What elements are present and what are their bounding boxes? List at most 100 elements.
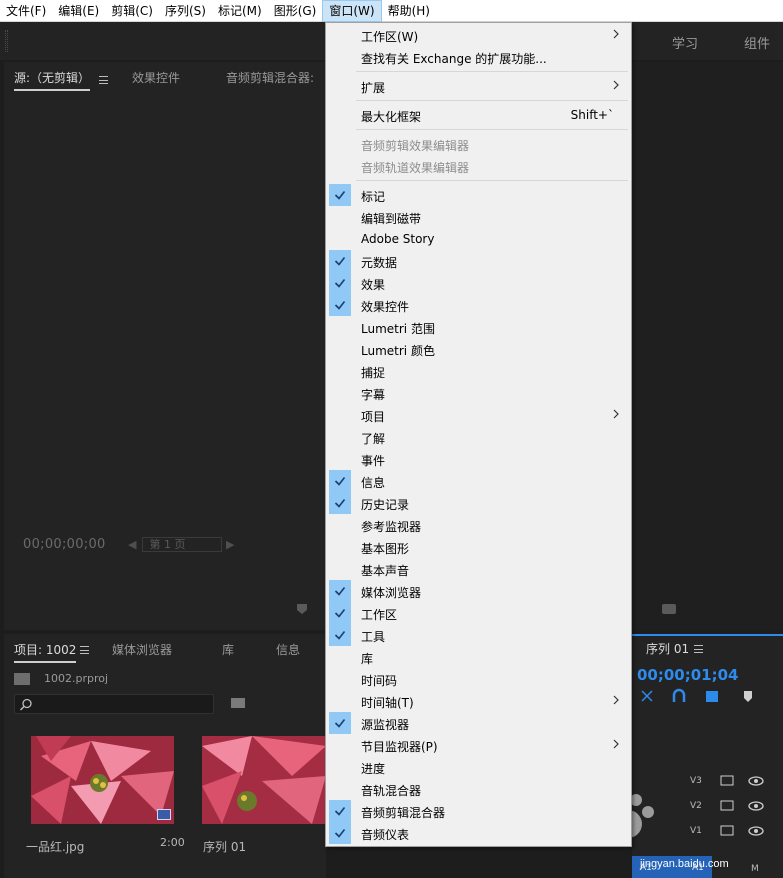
submenu-arrow-icon bbox=[612, 28, 620, 40]
window-menu-item[interactable]: 工作区 bbox=[327, 602, 630, 624]
window-menu-item-label: 项目 bbox=[361, 410, 386, 424]
window-menu-item[interactable]: Lumetri 范围 bbox=[327, 316, 630, 338]
tab-library[interactable]: 库 bbox=[222, 641, 234, 658]
workspace-tab-assembly[interactable]: 组件 bbox=[744, 33, 770, 52]
page-selector[interactable]: ◀ 第 1 页 ▶ bbox=[128, 537, 234, 552]
sequence-menu-icon[interactable] bbox=[694, 645, 703, 653]
new-bin-icon[interactable] bbox=[231, 698, 245, 708]
window-menu-item[interactable]: 进度 bbox=[327, 756, 630, 778]
sequence-timecode[interactable]: 00;00;01;04 bbox=[637, 666, 739, 684]
window-menu-item[interactable]: 节目监视器(P) bbox=[327, 734, 630, 756]
window-menu-item-label: 扩展 bbox=[361, 81, 386, 95]
camera-icon[interactable] bbox=[662, 604, 676, 614]
media-thumbnail[interactable] bbox=[31, 736, 174, 824]
window-menu-item[interactable]: 最大化框架 Shift+` bbox=[327, 104, 630, 126]
menu-item-1[interactable]: 编辑(E) bbox=[52, 0, 105, 22]
window-menu-item[interactable]: Lumetri 颜色 bbox=[327, 338, 630, 360]
project-menu-icon[interactable] bbox=[80, 646, 89, 654]
tab-project[interactable]: 项目: 1002 bbox=[14, 641, 77, 663]
tab-effect-controls[interactable]: 效果控件 bbox=[132, 69, 180, 86]
snap-icon[interactable] bbox=[641, 690, 653, 702]
window-menu-item: 音频轨道效果编辑器 bbox=[327, 155, 630, 177]
tab-source[interactable]: 源:（无剪辑） bbox=[14, 69, 91, 91]
magnet-icon[interactable] bbox=[672, 688, 686, 702]
tab-info[interactable]: 信息 bbox=[276, 641, 300, 658]
sync-lock-icon[interactable] bbox=[720, 825, 734, 836]
shortcut-label: Shift+` bbox=[570, 108, 614, 122]
window-menu-item[interactable]: 时间轴(T) bbox=[327, 690, 630, 712]
track-label: V1 bbox=[690, 826, 702, 836]
window-menu-item[interactable]: 捕捉 bbox=[327, 360, 630, 382]
source-timecode[interactable]: 00;00;00;00 bbox=[23, 537, 106, 552]
window-menu-item[interactable]: 元数据 bbox=[327, 250, 630, 272]
window-menu-item[interactable]: 效果 bbox=[327, 272, 630, 294]
window-menu-item[interactable]: 了解 bbox=[327, 426, 630, 448]
window-menu-item[interactable]: 扩展 bbox=[327, 75, 630, 97]
window-menu-item[interactable]: 效果控件 bbox=[327, 294, 630, 316]
window-menu-item[interactable]: 项目 bbox=[327, 404, 630, 426]
window-menu-item[interactable]: 查找有关 Exchange 的扩展功能... bbox=[327, 46, 630, 68]
sync-lock-icon[interactable] bbox=[720, 775, 734, 786]
eye-icon[interactable] bbox=[748, 776, 764, 786]
window-menu-item[interactable]: 基本图形 bbox=[327, 536, 630, 558]
window-menu-item[interactable]: 库 bbox=[327, 646, 630, 668]
panel-grip[interactable] bbox=[5, 30, 8, 52]
window-menu-item[interactable]: 时间码 bbox=[327, 668, 630, 690]
tab-audio-clip-mixer[interactable]: 音频剪辑混合器: bbox=[226, 69, 314, 86]
media-thumbnail[interactable] bbox=[202, 736, 326, 824]
search-input[interactable] bbox=[14, 694, 214, 714]
window-menu-item-label: 时间码 bbox=[361, 674, 398, 688]
window-menu-item[interactable]: 字幕 bbox=[327, 382, 630, 404]
window-menu-item[interactable]: 音频仪表 bbox=[327, 822, 630, 844]
watermark-url: jingyan.baidu.com bbox=[640, 858, 729, 870]
submenu-arrow-icon bbox=[612, 408, 620, 420]
add-marker-icon[interactable] bbox=[744, 691, 752, 702]
track-label: V2 bbox=[690, 801, 702, 811]
menu-item-0[interactable]: 文件(F) bbox=[0, 0, 52, 22]
window-menu-item-label: 源监视器 bbox=[361, 718, 410, 732]
checkmark-icon bbox=[329, 580, 351, 602]
window-menu-item[interactable]: 标记 bbox=[327, 184, 630, 206]
menu-item-4[interactable]: 标记(M) bbox=[212, 0, 268, 22]
window-menu-item[interactable]: 参考监视器 bbox=[327, 514, 630, 536]
window-menu-item-label: 库 bbox=[361, 652, 374, 666]
mute-toggle[interactable]: M bbox=[751, 864, 759, 874]
window-menu-item-label: 历史记录 bbox=[361, 498, 410, 512]
window-menu-item[interactable]: 媒体浏览器 bbox=[327, 580, 630, 602]
linked-selection-icon[interactable] bbox=[706, 691, 718, 702]
window-menu-item[interactable]: 编辑到磁带 bbox=[327, 206, 630, 228]
panel-menu-icon[interactable] bbox=[99, 76, 108, 84]
menu-item-2[interactable]: 剪辑(C) bbox=[105, 0, 159, 22]
window-menu-item[interactable]: 音轨混合器 bbox=[327, 778, 630, 800]
sequence-tab[interactable]: 序列 01 bbox=[646, 640, 689, 657]
menu-item-6[interactable]: 窗口(W) bbox=[322, 0, 382, 22]
window-menu-item-label: 工作区 bbox=[361, 608, 398, 622]
window-menu-item[interactable]: 源监视器 bbox=[327, 712, 630, 734]
window-menu-item-label: 查找有关 Exchange 的扩展功能... bbox=[361, 52, 547, 66]
window-menu-item[interactable]: 事件 bbox=[327, 448, 630, 470]
workspace-tab-learn[interactable]: 学习 bbox=[672, 33, 698, 52]
window-menu-item[interactable]: 工具 bbox=[327, 624, 630, 646]
window-menu-item-label: 了解 bbox=[361, 432, 386, 446]
window-menu-item-label: 媒体浏览器 bbox=[361, 586, 422, 600]
page-dropdown[interactable]: 第 1 页 bbox=[142, 537, 223, 552]
project-panel-tabs: 项目: 1002 媒体浏览器 库 信息 bbox=[4, 634, 326, 664]
window-menu-item[interactable]: 历史记录 bbox=[327, 492, 630, 514]
next-page-icon[interactable]: ▶ bbox=[226, 538, 234, 551]
menu-item-3[interactable]: 序列(S) bbox=[159, 0, 212, 22]
eye-icon[interactable] bbox=[748, 826, 764, 836]
window-menu-item[interactable]: 基本声音 bbox=[327, 558, 630, 580]
tab-media-browser[interactable]: 媒体浏览器 bbox=[112, 641, 172, 658]
menu-item-5[interactable]: 图形(G) bbox=[268, 0, 323, 22]
window-menu-item-label: 工作区(W) bbox=[361, 30, 419, 44]
window-menu-item[interactable]: 信息 bbox=[327, 470, 630, 492]
eye-icon[interactable] bbox=[748, 801, 764, 811]
prev-page-icon[interactable]: ◀ bbox=[128, 538, 136, 551]
window-menu-item[interactable]: Adobe Story bbox=[327, 228, 630, 250]
window-menu-item[interactable]: 工作区(W) bbox=[327, 24, 630, 46]
window-menu-dropdown: 工作区(W) 查找有关 Exchange 的扩展功能... 扩展最大化框架 Shift… bbox=[325, 22, 632, 847]
window-menu-item[interactable]: 音频剪辑混合器 bbox=[327, 800, 630, 822]
window-menu-item-label: 音频仪表 bbox=[361, 828, 410, 842]
sync-lock-icon[interactable] bbox=[720, 800, 734, 811]
menu-item-7[interactable]: 帮助(H) bbox=[382, 0, 436, 22]
